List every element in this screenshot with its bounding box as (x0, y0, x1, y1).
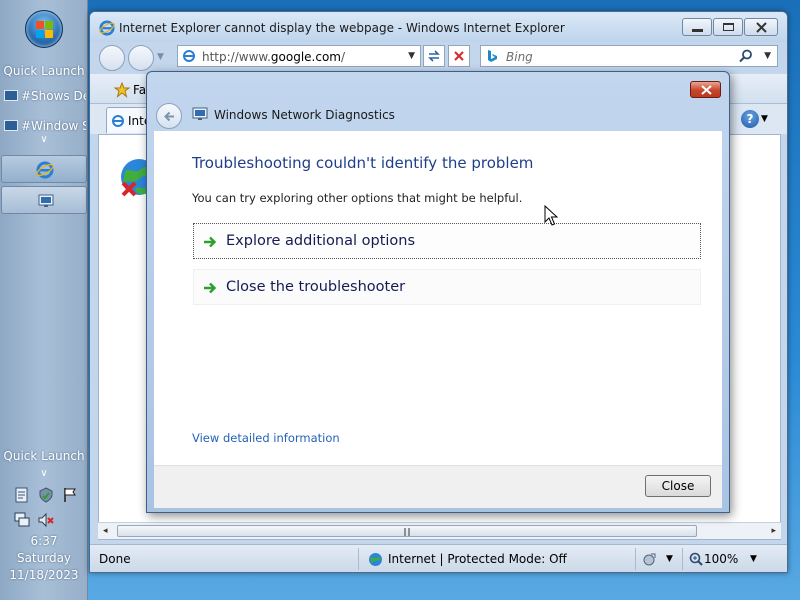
clock-time[interactable]: 6:37 (0, 534, 88, 549)
chevron-down-icon[interactable]: ∨ (38, 469, 50, 479)
back-button[interactable] (99, 45, 125, 71)
window-title: Internet Explorer cannot display the web… (119, 21, 565, 35)
dialog-title: Windows Network Diagnostics (214, 108, 395, 122)
help-dropdown-icon[interactable]: ▼ (761, 114, 768, 124)
explore-additional-options-label: Explore additional options (226, 233, 416, 249)
mouse-cursor-icon (544, 205, 558, 226)
url-suffix: / (341, 50, 346, 64)
stop-icon (454, 51, 464, 61)
scroll-left-icon[interactable]: ◂ (103, 526, 108, 536)
green-arrow-icon (204, 282, 217, 294)
close-icon (756, 22, 767, 33)
view-detailed-information-link[interactable]: View detailed information (192, 431, 340, 445)
dialog-heading: Troubleshooting couldn't identify the pr… (192, 154, 534, 172)
close-window-button[interactable] (744, 18, 778, 36)
maximize-button[interactable] (713, 18, 743, 36)
favorites-label[interactable]: Fa (133, 83, 146, 97)
close-icon (701, 85, 712, 95)
volume-muted-icon[interactable] (38, 512, 54, 528)
taskbar-button-network-diagnostics[interactable] (1, 186, 87, 214)
flag-icon[interactable] (62, 487, 78, 503)
network-diagnostics-icon (38, 194, 54, 207)
refresh-button[interactable] (423, 45, 445, 67)
search-icon[interactable] (739, 49, 753, 63)
ie-logo-icon (99, 20, 115, 36)
security-shield-icon[interactable] (38, 487, 54, 503)
status-bar: Done Internet | Protected Mode: Off ▼ 10… (90, 544, 787, 572)
back-arrow-icon (164, 111, 174, 122)
start-button[interactable] (25, 10, 63, 48)
zoom-level[interactable]: 100% (704, 552, 738, 566)
network-diagnostics-icon (192, 107, 208, 120)
search-dropdown-icon[interactable]: ▼ (764, 51, 771, 61)
window-title-bar[interactable]: Internet Explorer cannot display the web… (90, 12, 787, 42)
address-field[interactable]: http://www.google.com/ ▼ (177, 45, 421, 67)
show-desktop-label: #Shows Desktop (21, 89, 86, 103)
zone-dropdown-icon[interactable]: ▼ (666, 554, 673, 564)
dialog-body: Troubleshooting couldn't identify the pr… (154, 131, 722, 465)
search-field[interactable]: Bing ▼ (480, 45, 778, 67)
url-prefix: http://www. (202, 50, 271, 64)
ie-logo-icon (36, 161, 54, 179)
close-button[interactable]: Close (645, 475, 711, 497)
bing-icon (488, 50, 497, 62)
dialog-subtext: You can try exploring other options that… (192, 191, 523, 205)
status-text: Done (99, 552, 131, 566)
address-url: http://www.google.com/ (202, 50, 345, 64)
forward-button[interactable] (128, 45, 154, 71)
dialog-back-button[interactable] (156, 103, 182, 129)
help-icon[interactable]: ? (741, 110, 759, 128)
quick-launch-show-desktop[interactable]: #Shows Desktop (4, 89, 86, 109)
dialog-footer: Close (154, 465, 722, 508)
dialog-close-x-button[interactable] (690, 81, 721, 98)
protected-mode-icon[interactable] (643, 552, 657, 566)
taskbar: Quick Launch #Shows Desktop #Window Swit… (0, 0, 88, 600)
horizontal-scrollbar[interactable]: ◂ ‖‖ ▸ (98, 522, 781, 539)
window-switcher-label: #Window Switcher (21, 119, 86, 133)
refresh-icon (428, 50, 440, 62)
internet-globe-icon[interactable] (368, 552, 383, 567)
explore-additional-options-link[interactable]: Explore additional options (193, 223, 701, 259)
zoom-icon[interactable] (689, 552, 703, 566)
status-divider (635, 548, 636, 570)
stop-button[interactable] (448, 45, 470, 67)
scroll-right-icon[interactable]: ▸ (771, 526, 776, 536)
chevron-down-icon[interactable]: ∨ (38, 135, 50, 145)
taskbar-button-internet-explorer[interactable] (1, 155, 87, 183)
network-icon[interactable] (14, 512, 30, 528)
green-arrow-icon (204, 236, 217, 248)
clock-date[interactable]: 11/18/2023 (0, 568, 88, 583)
security-zone[interactable]: Internet | Protected Mode: Off (388, 552, 567, 566)
windows-flag-icon (36, 21, 54, 39)
zoom-dropdown-icon[interactable]: ▼ (750, 554, 757, 564)
clock-day[interactable]: Saturday (0, 551, 88, 566)
recent-pages-dropdown[interactable]: ▼ (157, 52, 164, 62)
close-troubleshooter-link[interactable]: Close the troubleshooter (193, 269, 701, 305)
ie-page-icon (112, 115, 124, 127)
network-diagnostics-dialog: Windows Network Diagnostics Troubleshoot… (146, 71, 730, 513)
minimize-button[interactable] (682, 18, 712, 36)
scrollbar-thumb[interactable]: ‖‖ (117, 525, 697, 537)
status-divider (682, 548, 683, 570)
action-center-icon[interactable] (14, 487, 30, 503)
close-troubleshooter-label: Close the troubleshooter (226, 279, 406, 295)
favorites-star-icon[interactable] (114, 82, 130, 98)
address-dropdown-icon[interactable]: ▼ (408, 51, 415, 61)
url-domain: google.com (270, 50, 341, 64)
search-placeholder: Bing (506, 50, 533, 64)
desktop-icon (4, 90, 18, 101)
ie-page-icon (183, 50, 195, 62)
quick-launch-label-bottom: Quick Launch (3, 449, 85, 463)
window-switcher-icon (4, 120, 18, 131)
quick-launch-label: Quick Launch (3, 64, 85, 78)
status-divider (358, 548, 359, 570)
address-bar-row: ▼ http://www.google.com/ ▼ Bing ▼ (90, 42, 787, 74)
